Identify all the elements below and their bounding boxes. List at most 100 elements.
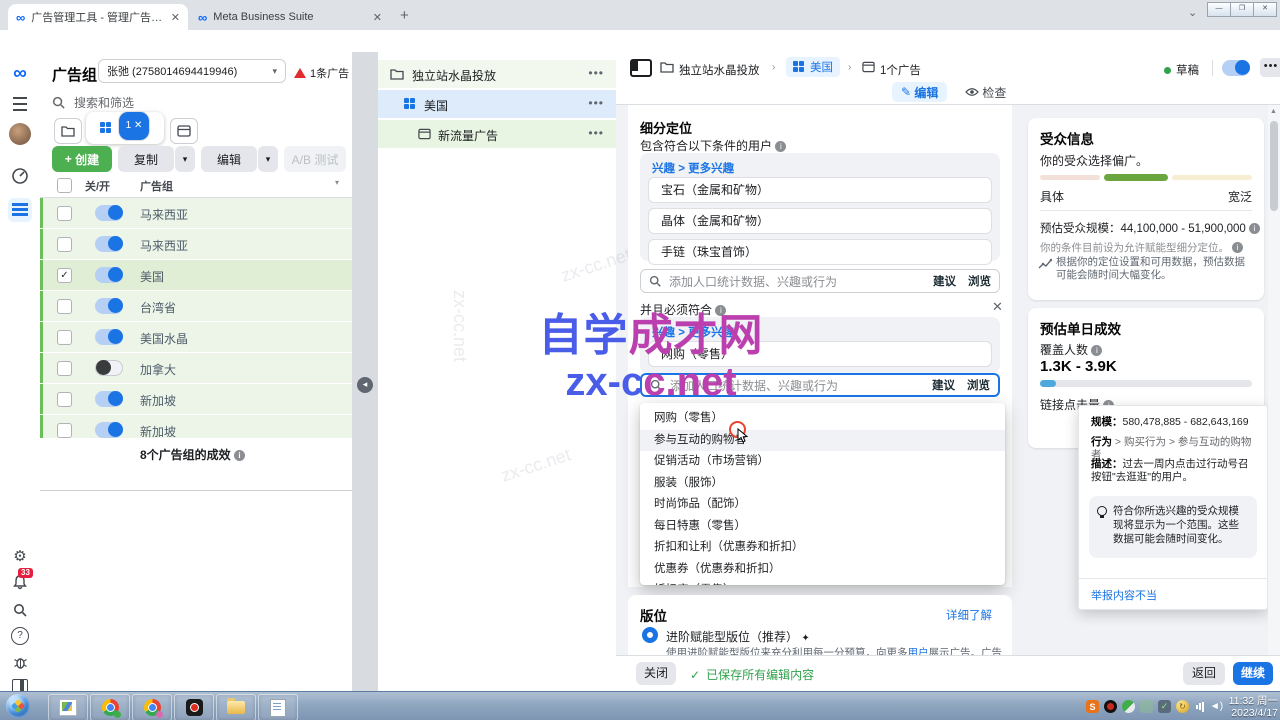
table-row[interactable]: ✓ 新加坡 [40, 384, 352, 415]
placement-radio-selected[interactable] [642, 627, 658, 643]
adset-name[interactable]: 美国 [140, 268, 164, 285]
taskbar-chrome-2[interactable] [132, 694, 172, 720]
campaigns-table-icon[interactable] [8, 198, 32, 222]
interest-pill[interactable]: 宝石（金属和矿物） [648, 177, 992, 203]
onoff-toggle[interactable] [95, 329, 123, 345]
tab-review[interactable]: 检查 [956, 82, 1015, 102]
onoff-toggle[interactable] [95, 205, 123, 221]
table-row[interactable]: ✓ 马来西亚 [40, 229, 352, 260]
adset-active-toggle[interactable] [1222, 60, 1250, 76]
onoff-toggle[interactable] [95, 298, 123, 314]
browser-tab-active[interactable]: ∞ 广告管理工具 - 管理广告 - 广告… ✕ [8, 4, 188, 30]
tab-edit[interactable]: ✎ 编辑 [892, 82, 947, 102]
warning-indicator[interactable]: 1条广告 [294, 65, 356, 81]
tray-volume-icon[interactable]: ◄) [1210, 700, 1223, 713]
adset-name[interactable]: 台湾省 [140, 299, 176, 316]
user-avatar[interactable] [8, 122, 32, 146]
breadcrumb-campaign[interactable]: 独立站水晶投放 [679, 62, 760, 78]
adset-name[interactable]: 马来西亚 [140, 237, 188, 254]
duplicate-button[interactable]: 复制 [118, 146, 174, 172]
more-options-icon[interactable]: ••• [588, 66, 604, 80]
bug-report-icon[interactable] [8, 650, 32, 674]
campaigns-folder-tab[interactable] [54, 118, 82, 144]
tree-item-adset-selected[interactable]: 美国 ••• [378, 90, 616, 118]
taskbar-chrome-1[interactable] [90, 694, 130, 720]
info-icon[interactable]: i [1091, 345, 1102, 356]
remove-narrow-icon[interactable]: ✕ [992, 299, 1003, 315]
table-row[interactable]: ✓ 加拿大 [40, 353, 352, 384]
onoff-toggle[interactable] [95, 422, 123, 438]
dropdown-item[interactable]: 时尚饰品（配饰） [640, 494, 1005, 516]
tray-faint-icon[interactable] [1140, 700, 1153, 713]
dropdown-item[interactable]: 服装（服饰） [640, 473, 1005, 495]
back-button[interactable]: 返回 [1183, 662, 1225, 685]
tray-icon-s[interactable]: S [1086, 700, 1099, 713]
select-all-checkbox[interactable] [57, 178, 72, 193]
learn-more-link[interactable]: 详细了解 [946, 607, 992, 623]
new-tab-button[interactable]: + [400, 7, 409, 24]
adset-name[interactable]: 马来西亚 [140, 206, 188, 223]
taskbar-paint-app[interactable] [48, 694, 88, 720]
row-checkbox[interactable]: ✓ [57, 361, 72, 376]
col-name[interactable]: 广告组 [140, 178, 173, 194]
info-icon[interactable]: i [1249, 223, 1260, 234]
dropdown-item[interactable]: 每日特惠（零售） [640, 516, 1005, 538]
onoff-toggle[interactable] [95, 360, 123, 376]
table-row[interactable]: ✓ 台湾省 [40, 291, 352, 322]
suggest-link[interactable]: 建议 [933, 273, 956, 289]
create-button[interactable]: + 创建 [52, 146, 112, 172]
adset-name[interactable]: 新加坡 [140, 392, 176, 409]
adset-name[interactable]: 美国水晶 [140, 330, 188, 347]
help-icon[interactable]: ? [8, 624, 32, 648]
info-icon[interactable]: i [775, 141, 786, 152]
close-button[interactable]: 关闭 [636, 662, 676, 685]
table-row[interactable]: ✓ 马来西亚 [40, 198, 352, 229]
browse-link[interactable]: 浏览 [968, 273, 991, 289]
menu-icon[interactable] [8, 92, 32, 116]
suggest-link[interactable]: 建议 [932, 377, 955, 393]
adset-filter-count-pill[interactable]: 1 ✕ [118, 111, 151, 141]
start-button[interactable] [6, 694, 30, 718]
table-row[interactable]: ✓ 美国 [40, 260, 352, 291]
settings-gear-icon[interactable]: ⚙ [8, 544, 32, 568]
more-options-icon[interactable]: ••• [588, 96, 604, 110]
sort-caret-icon[interactable]: ▾ [335, 178, 339, 187]
adset-name[interactable]: 加拿大 [140, 361, 176, 378]
scroll-up-arrow[interactable]: ▲ [1270, 108, 1277, 115]
tray-record-icon[interactable] [1104, 700, 1117, 713]
info-icon[interactable]: i [1232, 242, 1243, 253]
adset-name[interactable]: 美国 [424, 97, 448, 114]
collapse-sidebar-icon[interactable] [630, 59, 652, 77]
search-icon[interactable] [8, 598, 32, 622]
tree-item-ad[interactable]: 新流量广告 ••• [378, 120, 616, 148]
meta-logo-icon[interactable]: ∞ [8, 62, 32, 86]
row-checkbox[interactable]: ✓ [57, 268, 72, 283]
onoff-toggle[interactable] [95, 236, 123, 252]
edit-button[interactable]: 编辑 [201, 146, 257, 172]
taskbar-notepad[interactable] [258, 694, 298, 720]
tray-coin-icon[interactable]: ↻ [1176, 700, 1189, 713]
tab-close-icon[interactable]: ✕ [373, 11, 382, 24]
dropdown-item[interactable]: 折扣店（零售） [640, 580, 1005, 585]
edit-caret[interactable]: ▾ [258, 146, 278, 172]
dropdown-item[interactable]: 促销活动（市场营销） [640, 451, 1005, 473]
tree-item-campaign[interactable]: 独立站水晶投放 ••• [378, 60, 616, 88]
row-checkbox[interactable]: ✓ [57, 423, 72, 438]
minimize-button[interactable]: — [1207, 2, 1231, 17]
browse-link[interactable]: 浏览 [967, 377, 990, 393]
scrollbar[interactable]: ▲ [1268, 105, 1280, 655]
restore-button[interactable]: ❐ [1230, 2, 1254, 17]
row-checkbox[interactable]: ✓ [57, 299, 72, 314]
ads-reporting-gauge-icon[interactable] [8, 164, 32, 188]
onoff-toggle[interactable] [95, 391, 123, 407]
chevron-down-icon[interactable]: ⌄ [1188, 6, 1197, 19]
taskbar-explorer[interactable] [216, 694, 256, 720]
row-checkbox[interactable]: ✓ [57, 330, 72, 345]
duplicate-caret[interactable]: ▾ [175, 146, 195, 172]
continue-button[interactable]: 继续 [1233, 662, 1273, 685]
ad-name[interactable]: 新流量广告 [438, 127, 498, 144]
report-link[interactable]: 举报内容不当 [1091, 587, 1157, 603]
info-icon[interactable]: i [715, 305, 726, 316]
onoff-toggle[interactable] [95, 267, 123, 283]
dropdown-item[interactable]: 折扣和让利（优惠券和折扣） [640, 537, 1005, 559]
